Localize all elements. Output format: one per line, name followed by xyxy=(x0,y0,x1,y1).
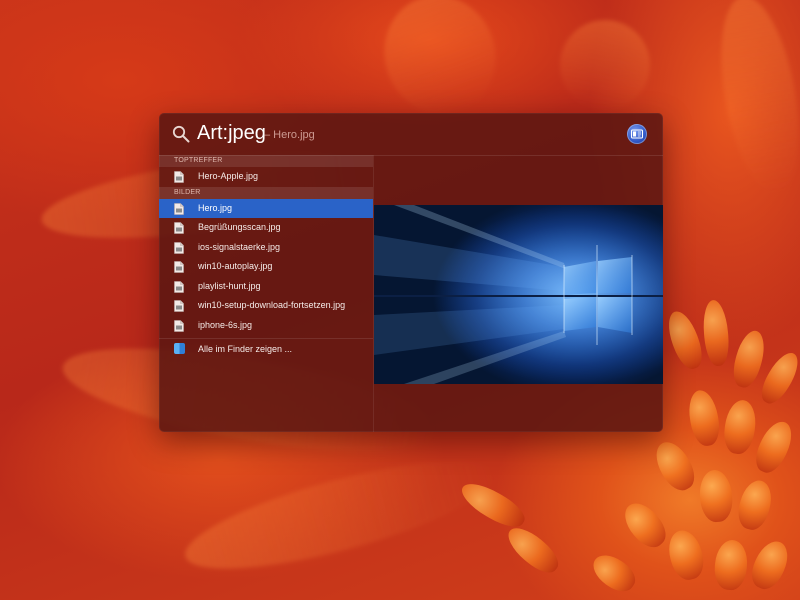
section-header-toptreffer: TOPTREFFER xyxy=(159,155,373,167)
results-list: TOPTREFFER Hero-Apple.jpg BILDER Hero.jp… xyxy=(159,155,374,432)
wallpaper-floret xyxy=(501,520,565,580)
result-item[interactable]: Begrüßungsscan.jpg xyxy=(159,218,373,238)
result-label: iphone-6s.jpg xyxy=(198,319,253,330)
wallpaper-floret xyxy=(701,299,731,367)
result-item[interactable]: playlist-hunt.jpg xyxy=(159,277,373,297)
image-file-icon xyxy=(174,261,184,273)
result-label: playlist-hunt.jpg xyxy=(198,280,261,291)
search-bar: Art:jpeg – Hero.jpg xyxy=(159,113,663,156)
preview-pane xyxy=(374,155,663,432)
wallpaper-floret xyxy=(697,468,735,524)
finder-action-label: Alle im Finder zeigen ... xyxy=(198,344,293,354)
wallpaper-floret xyxy=(664,526,708,584)
wallpaper-petal xyxy=(367,0,513,131)
wallpaper-floret xyxy=(662,307,708,373)
image-file-icon xyxy=(174,300,184,312)
result-label: win10-setup-download-fortsetzen.jpg xyxy=(198,300,346,310)
wallpaper-floret xyxy=(728,327,770,391)
windows-10-hero-wallpaper xyxy=(374,205,663,384)
wallpaper-floret xyxy=(734,476,776,534)
wallpaper-petal xyxy=(708,0,800,200)
wallpaper-floret xyxy=(721,398,759,456)
preview-panel-icon[interactable] xyxy=(627,124,647,144)
result-item[interactable]: win10-autoplay.jpg xyxy=(159,257,373,277)
wallpaper-floret xyxy=(685,387,723,449)
image-file-icon xyxy=(174,241,184,254)
wallpaper-floret xyxy=(749,416,799,478)
image-file-icon xyxy=(174,280,184,293)
show-all-in-finder[interactable]: Alle im Finder zeigen ... xyxy=(159,339,373,359)
image-file-icon xyxy=(174,202,184,215)
wallpaper-floret xyxy=(587,548,641,598)
desktop-wallpaper: Art:jpeg – Hero.jpg TOPTREFFER Hero-Appl… xyxy=(0,0,800,600)
image-file-icon xyxy=(174,171,184,183)
wallpaper-floret xyxy=(649,435,701,497)
search-completion-hint: – Hero.jpg xyxy=(264,129,315,141)
wallpaper-petal xyxy=(552,12,658,118)
magnifying-glass-icon xyxy=(172,125,190,143)
result-item[interactable]: Hero-Apple.jpg xyxy=(159,167,373,187)
wallpaper-petal xyxy=(176,439,504,591)
result-label: Hero.jpg xyxy=(198,202,233,213)
result-label: ios-signalstaerke.jpg xyxy=(198,241,281,252)
result-label: Hero-Apple.jpg xyxy=(198,171,259,181)
search-input[interactable]: Art:jpeg xyxy=(197,122,266,145)
wallpaper-floret xyxy=(456,476,530,534)
result-label: win10-autoplay.jpg xyxy=(198,261,273,271)
spotlight-window: Art:jpeg – Hero.jpg TOPTREFFER Hero-Appl… xyxy=(159,113,663,432)
result-item[interactable]: iphone-6s.jpg xyxy=(159,316,373,336)
result-item[interactable]: win10-setup-download-fortsetzen.jpg xyxy=(159,296,373,316)
image-file-icon xyxy=(174,319,184,332)
result-item-selected[interactable]: Hero.jpg xyxy=(159,198,373,218)
wallpaper-floret xyxy=(617,496,673,554)
image-file-icon xyxy=(174,222,184,234)
result-label: Begrüßungsscan.jpg xyxy=(198,222,281,232)
section-header-bilder: BILDER xyxy=(159,186,373,199)
finder-icon xyxy=(174,343,185,354)
wallpaper-floret xyxy=(712,538,750,592)
result-item[interactable]: ios-signalstaerke.jpg xyxy=(159,238,373,258)
wallpaper-floret xyxy=(745,536,795,594)
